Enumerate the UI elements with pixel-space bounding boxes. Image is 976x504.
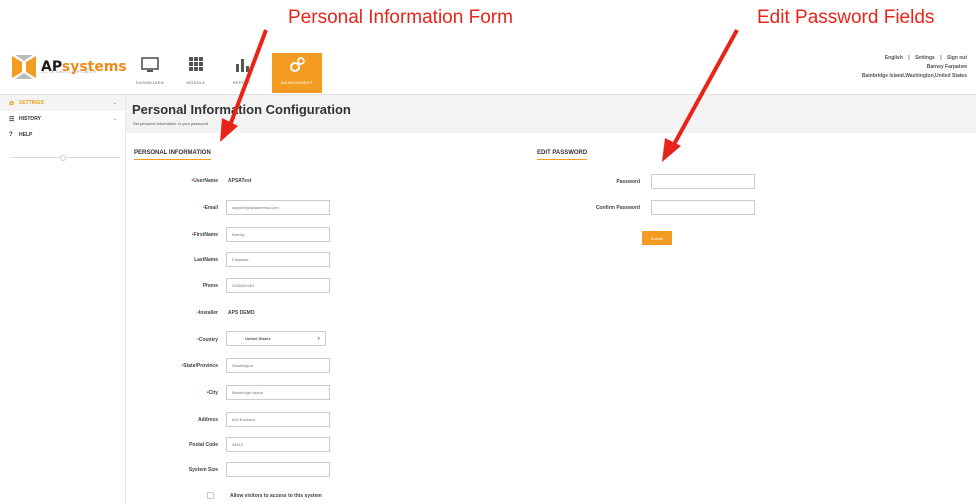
country-selected-value: United States bbox=[245, 336, 271, 341]
sidebar-item-help[interactable]: ? HELP bbox=[0, 127, 125, 143]
email-label-row: •Email bbox=[130, 200, 218, 216]
firstname-label-row: •FirstName bbox=[130, 227, 218, 243]
phone-label-row: Phone bbox=[130, 278, 218, 294]
country-label-row: •Country bbox=[130, 332, 218, 348]
monitor-icon bbox=[141, 57, 159, 72]
confirm-password-label-row: Confirm Password bbox=[560, 200, 640, 216]
username-label-row: •UserName bbox=[130, 173, 218, 189]
sidebar-collapse-handle[interactable] bbox=[60, 155, 66, 161]
state-label: •State/Province bbox=[181, 363, 218, 369]
grid-icon bbox=[189, 57, 203, 71]
address-label-row: Address bbox=[130, 412, 218, 428]
sidebar-item-settings[interactable]: ✿ SETTINGS ⌄ bbox=[0, 95, 125, 111]
postal-code-label: Postal Code bbox=[189, 442, 218, 448]
username-label: •UserName bbox=[191, 178, 218, 184]
username-value: APSATest bbox=[228, 178, 252, 184]
system-size-label-row: System Size bbox=[130, 462, 218, 478]
user-panel: English | Settings | Sign out Barney Far… bbox=[861, 55, 967, 79]
nav-label: REPORT bbox=[232, 80, 252, 85]
system-size-label: System Size bbox=[188, 467, 218, 473]
callout-personal-form: Personal Information Form bbox=[288, 7, 513, 28]
submit-button[interactable]: Submit bbox=[642, 231, 672, 245]
address-label: Address bbox=[197, 417, 218, 423]
firstname-label: •FirstName bbox=[191, 232, 218, 238]
lastname-label-row: LastName bbox=[130, 252, 218, 268]
apsystems-logo-mark-icon bbox=[12, 55, 36, 79]
lastname-label: LastName bbox=[194, 257, 218, 263]
personal-info-section-title: PERSONAL INFORMATION bbox=[134, 150, 211, 160]
list-icon: ☰ bbox=[9, 116, 15, 123]
sidebar-item-label: SETTINGS bbox=[19, 100, 45, 106]
bar-chart-icon bbox=[236, 59, 249, 72]
chevron-down-icon: ⌄ bbox=[112, 100, 117, 106]
nav-label: MODULE bbox=[186, 80, 206, 85]
allow-visitors-checkbox[interactable] bbox=[207, 492, 214, 499]
email-field[interactable]: support@apsamerica.com bbox=[226, 200, 330, 215]
postal-code-field[interactable]: 98110 bbox=[226, 437, 330, 452]
postal-label-row: Postal Code bbox=[130, 437, 218, 453]
city-field[interactable]: Bainbridge Island bbox=[226, 385, 330, 400]
password-label-row: Password bbox=[560, 174, 640, 190]
page-title: Personal Information Configuration bbox=[132, 102, 351, 117]
allow-visitors-label: Allow visitors to access to this system bbox=[230, 493, 322, 499]
nav-dashboard[interactable]: DASHBOARD bbox=[128, 53, 172, 93]
installer-value: APS DEMO bbox=[228, 310, 255, 316]
installer-label-row: •Installer bbox=[130, 305, 218, 321]
chevron-down-icon: ▾ bbox=[317, 335, 320, 342]
city-label: •City bbox=[206, 390, 218, 396]
phone-label: Phone bbox=[202, 283, 218, 289]
settings-link[interactable]: Settings bbox=[915, 55, 935, 61]
confirm-password-label: Confirm Password bbox=[595, 205, 640, 211]
city-label-row: •City bbox=[130, 385, 218, 401]
signout-link[interactable]: Sign out bbox=[947, 55, 967, 61]
country-select[interactable]: United States ▾ bbox=[226, 331, 326, 346]
page-subtitle: Set personal information or your passwor… bbox=[133, 121, 209, 126]
address-field[interactable]: 600 Ericksen bbox=[226, 412, 330, 427]
user-name: Barney Farpatsw bbox=[926, 64, 967, 70]
nav-label: DASHBOARD bbox=[135, 80, 165, 85]
firstname-field[interactable]: Barney bbox=[226, 227, 330, 242]
state-label-row: •State/Province bbox=[130, 358, 218, 374]
logo-tagline: ALTENERGY POWER bbox=[42, 69, 98, 74]
edit-password-section-title: EDIT PASSWORD bbox=[537, 150, 588, 160]
chevron-down-icon: ⌄ bbox=[112, 116, 117, 122]
email-label: •Email bbox=[202, 205, 218, 211]
state-field[interactable]: Washington bbox=[226, 358, 330, 373]
callout-edit-password: Edit Password Fields bbox=[757, 7, 935, 28]
system-size-field[interactable] bbox=[226, 462, 330, 477]
nav-module[interactable]: MODULE bbox=[174, 53, 218, 93]
country-label: •Country bbox=[197, 337, 218, 343]
sidebar-item-history[interactable]: ☰ HISTORY ⌄ bbox=[0, 111, 125, 127]
password-field[interactable] bbox=[651, 174, 755, 189]
page: APsystems ALTENERGY POWER DASHBOARD MODU… bbox=[0, 0, 976, 504]
gear-icon: ✿ bbox=[9, 100, 15, 107]
lastname-field[interactable]: Farpatsw bbox=[226, 252, 330, 267]
question-icon: ? bbox=[9, 132, 13, 138]
installer-label: •Installer bbox=[197, 310, 218, 316]
language-link[interactable]: English bbox=[885, 55, 903, 61]
sidebar-item-label: HISTORY bbox=[19, 116, 41, 122]
nav-report[interactable]: REPORT bbox=[220, 53, 264, 93]
sidebar-item-label: HELP bbox=[19, 132, 33, 138]
nav-management[interactable]: MANAGEMENT bbox=[272, 53, 322, 93]
password-label: Password bbox=[616, 179, 640, 185]
phone-field[interactable]: 2065550261 bbox=[226, 278, 330, 293]
confirm-password-field[interactable] bbox=[651, 200, 755, 215]
main-nav: DASHBOARD MODULE REPORT MANAGEMENT bbox=[128, 53, 324, 93]
apsystems-logo[interactable]: APsystems ALTENERGY POWER bbox=[10, 54, 127, 80]
user-location: Bainbridge Island,Washington,United Stat… bbox=[861, 73, 967, 79]
nav-label: MANAGEMENT bbox=[281, 80, 313, 85]
sidebar: ✿ SETTINGS ⌄ ☰ HISTORY ⌄ ? HELP bbox=[0, 95, 126, 504]
gears-icon bbox=[290, 57, 305, 72]
